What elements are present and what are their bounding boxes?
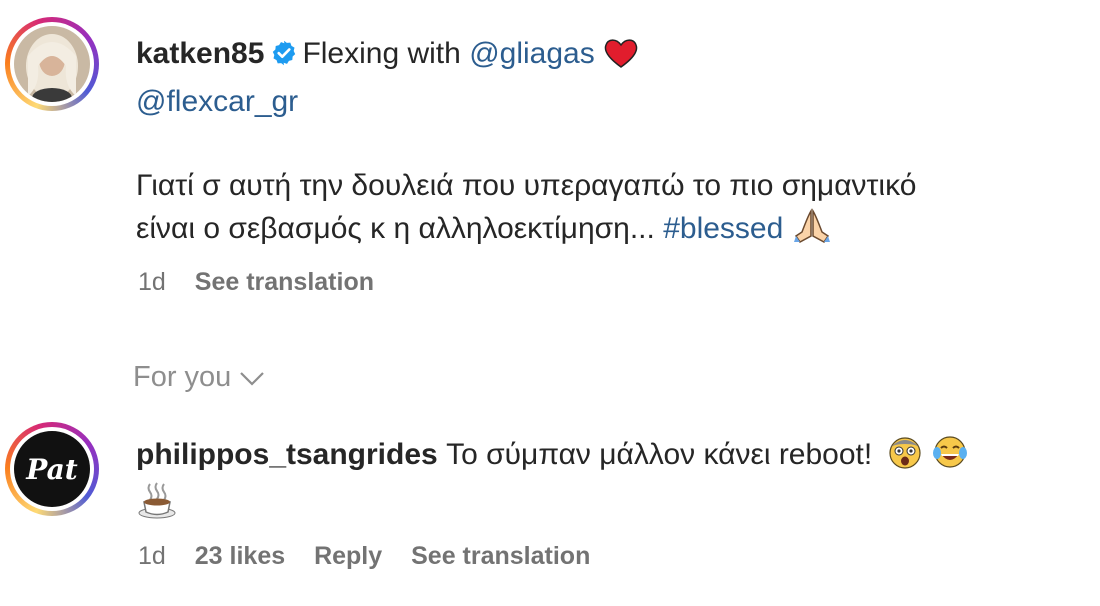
comment-likes-count[interactable]: 23 likes [195,542,285,570]
comment-username[interactable]: philippos_tsangrides [136,438,438,471]
post-meta: 1d See translation [138,266,374,298]
post-body-text-1: Γιατί σ αυτή την δουλειά που υπεραγαπώ τ… [136,169,917,202]
folded-hands-icon [793,208,830,243]
mention-link-2[interactable]: @flexcar_gr [136,85,298,118]
post-body-line-1: Γιατί σ αυτή την δουλειά που υπεραγαπώ τ… [136,166,916,206]
avatar-logo-text: Pat [26,452,78,486]
avatar-logo: Pat [14,431,90,507]
comment-text-line-2 [136,480,178,525]
post-see-translation[interactable]: See translation [195,268,374,296]
comment-meta: 1d 23 likes Reply See translation [138,540,590,572]
tears-of-joy-emoji [932,436,967,468]
shocked-face-emoji [888,437,921,469]
post-timestamp: 1d [138,268,166,296]
comment-timestamp: 1d [138,542,166,570]
post-caption-text: Flexing with [302,37,461,70]
post-body-line-2: είναι ο σεβασμός κ η αλληλοεκτίμηση... #… [136,208,832,249]
post-caption-line-2: @flexcar_gr [136,82,298,122]
avatar-photo [14,26,90,102]
comment-reply-button[interactable]: Reply [314,542,382,570]
hot-beverage-emoji [138,482,176,519]
comment-text: Το σύμπαν μάλλον κάνει reboot! [446,438,873,471]
hashtag-link[interactable]: #blessed [663,212,783,245]
post-author-avatar[interactable] [5,17,99,111]
comment-text-line: philippos_tsangrides Το σύμπαν μάλλον κά… [136,434,969,475]
post-caption-line-1: katken85 Flexing with @gliagas [136,34,639,74]
comment-see-translation[interactable]: See translation [411,542,590,570]
mention-link[interactable]: @gliagas [469,37,595,70]
commenter-avatar[interactable]: Pat [5,422,99,516]
verified-badge-icon [273,40,296,66]
post-username[interactable]: katken85 [136,37,264,70]
red-heart-icon [604,39,638,68]
chevron-down-icon [240,372,265,386]
post-body-text-2: είναι ο σεβασμός κ η αλληλοεκτίμηση... [136,212,655,245]
for-you-toggle[interactable]: For you [133,358,265,396]
for-you-label: For you [133,361,232,393]
